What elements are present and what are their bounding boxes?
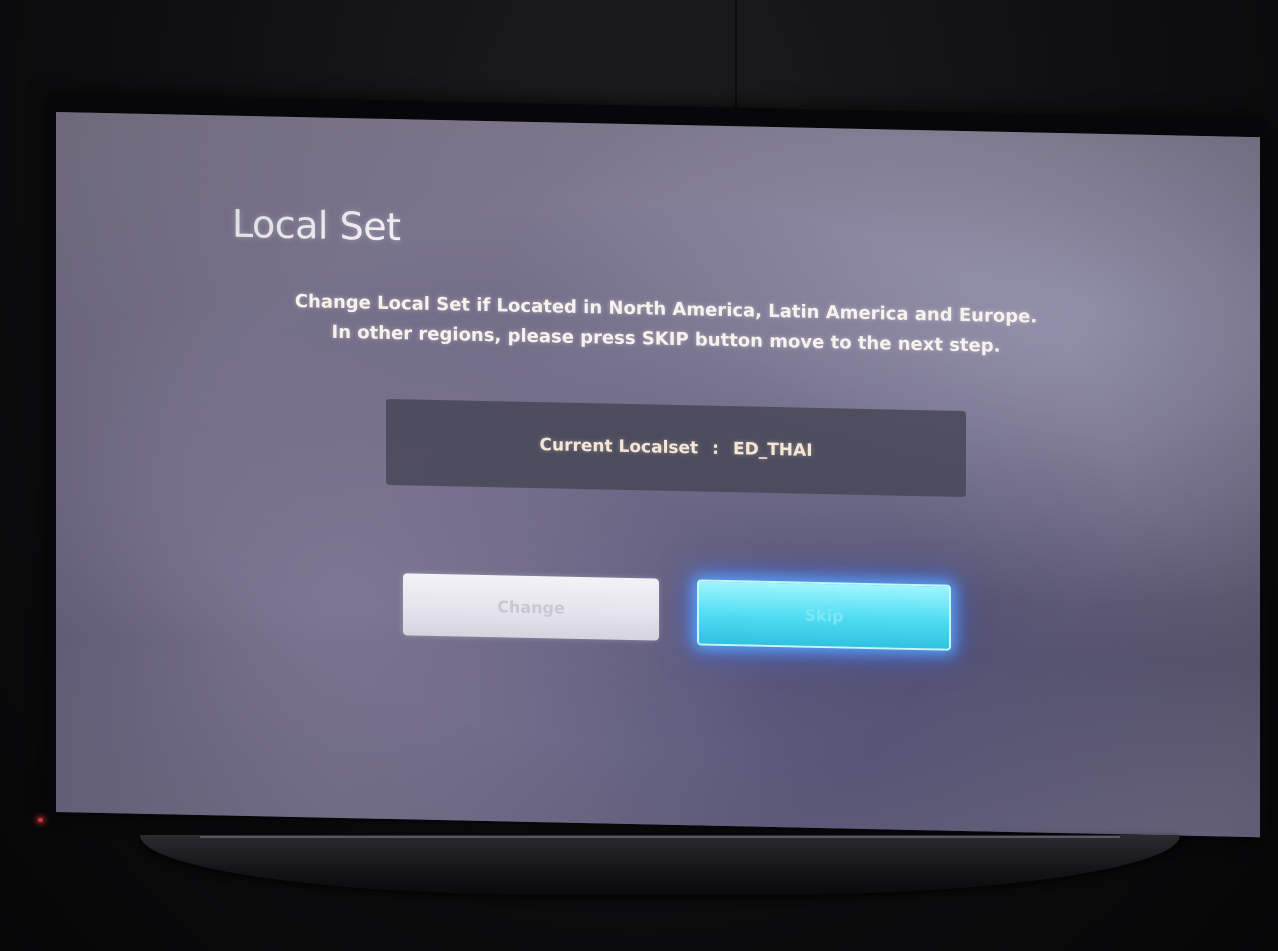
current-localset-value: ED_THAI [732, 439, 813, 461]
current-localset-label: Current Localset [539, 435, 699, 459]
page-title: Local Set [232, 201, 401, 250]
photo-scene: Local Set Change Local Set if Located in… [0, 0, 1278, 951]
wall-seam [735, 0, 737, 120]
tv-screen: Local Set Change Local Set if Located in… [56, 112, 1260, 838]
power-led-icon [38, 818, 43, 822]
tv-stand [140, 835, 1180, 895]
skip-button[interactable]: Skip [697, 579, 951, 651]
current-localset-panel: Current Localset : ED_THAI [386, 398, 966, 498]
change-button[interactable]: Change [403, 573, 659, 641]
current-localset-separator: : [712, 438, 719, 459]
instruction-text: Change Local Set if Located in North Ame… [216, 285, 1116, 364]
tv-stand-highlight [200, 836, 1120, 838]
